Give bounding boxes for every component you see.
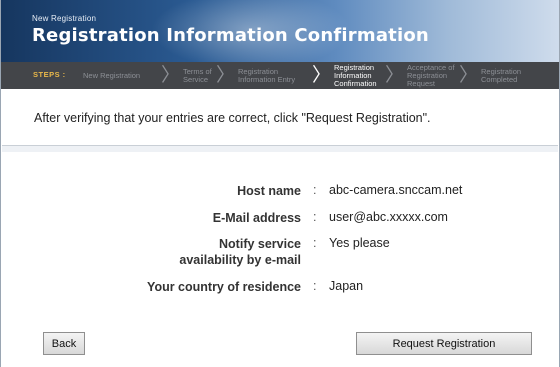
page-frame: New Registration Registration Informatio… [0, 0, 560, 367]
step-label: Terms of Service [183, 66, 212, 84]
detail-value: Yes please [329, 236, 390, 250]
footer: Back Request Registration [2, 312, 558, 367]
chevron-right-icon: 〉 [312, 64, 332, 86]
chevron-right-icon: 〉 [216, 64, 236, 86]
step-registration-information-confirmation: 〉 Registration Information Confirmation [312, 62, 377, 88]
step-label: Registration Information Confirmation [334, 62, 377, 88]
chevron-right-icon: 〉 [385, 64, 405, 86]
detail-value: user@abc.xxxxx.com [329, 210, 448, 224]
detail-separator: : [313, 183, 317, 197]
detail-separator: : [313, 210, 317, 224]
step-label: Registration Completed [481, 66, 522, 84]
step-terms-of-service: 〉 Terms of Service [161, 64, 212, 87]
detail-label: Host name [237, 184, 301, 198]
detail-label: Your country of residence [147, 280, 301, 294]
detail-separator: : [313, 279, 317, 293]
instruction-text: After verifying that your entries are co… [34, 111, 431, 125]
step-acceptance-of-registration-request: 〉 Acceptance of Registration Request [385, 62, 455, 88]
chevron-right-icon: 〉 [459, 64, 479, 86]
step-registration-completed: 〉 Registration Completed [459, 64, 521, 87]
step-label: Registration Information Entry [238, 66, 296, 84]
page-title: Registration Information Confirmation [32, 25, 429, 46]
detail-separator: : [313, 236, 317, 250]
detail-label: Notify service availability by e-mail [179, 237, 301, 267]
detail-label: E-Mail address [212, 211, 301, 225]
page-header: New Registration Registration Informatio… [1, 0, 559, 62]
section-band [2, 146, 558, 152]
steps-bar: STEPS : New Registration 〉 Terms of Serv… [1, 62, 559, 89]
detail-value: Japan [329, 279, 364, 293]
back-button[interactable]: Back [43, 332, 85, 355]
step-label: New Registration [83, 70, 141, 80]
step-registration-information-entry: 〉 Registration Information Entry [216, 64, 295, 87]
chevron-right-icon: 〉 [161, 64, 181, 86]
steps-label: STEPS : [33, 70, 66, 79]
page-subtitle: New Registration [32, 14, 97, 23]
request-registration-button[interactable]: Request Registration [356, 332, 532, 355]
step-label: Acceptance of Registration Request [407, 62, 455, 88]
detail-value: abc-camera.snccam.net [329, 183, 463, 197]
step-new-registration: New Registration [83, 64, 140, 87]
